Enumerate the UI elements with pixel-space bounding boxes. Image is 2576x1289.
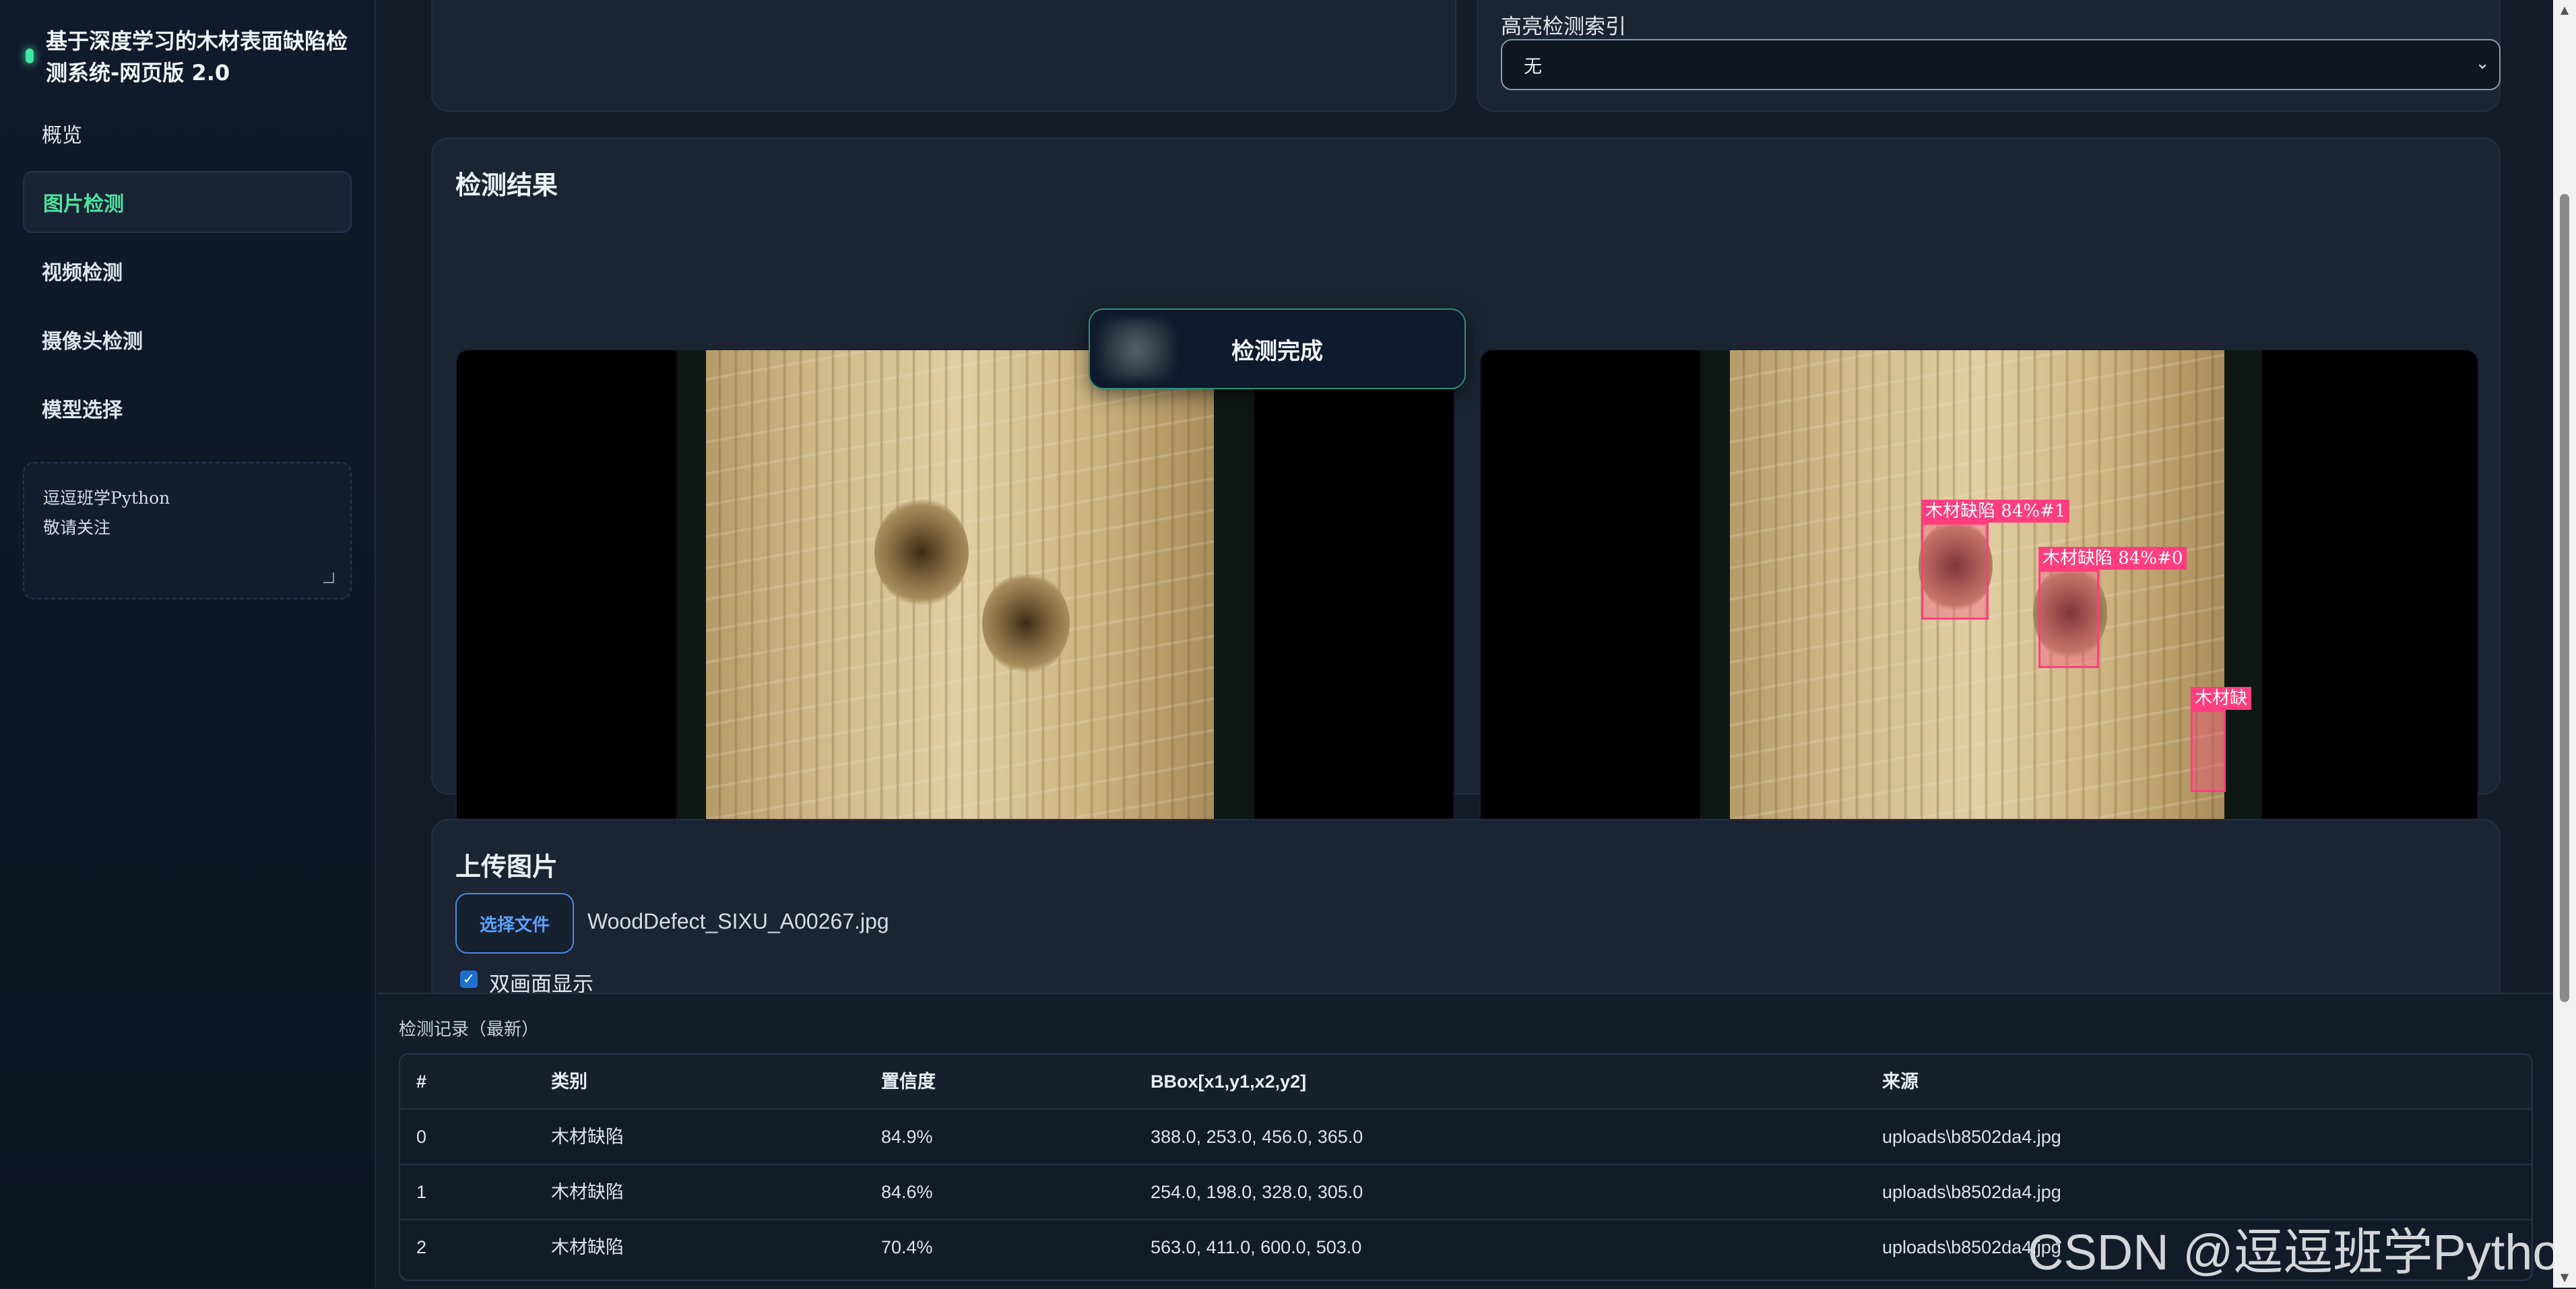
knot xyxy=(982,572,1070,673)
knot xyxy=(874,498,969,606)
chevron-down-icon: ⌄ xyxy=(2475,53,2490,73)
note-line-1: 逗逗班学Python xyxy=(43,488,170,508)
col-index: # xyxy=(416,1071,427,1092)
cell-class: 木材缺陷 xyxy=(551,1127,624,1147)
detection-label: 木材缺陷 84%#1 xyxy=(1921,500,2070,523)
app-title: 基于深度学习的木材表面缺陷检测系统-网页版 2.0 xyxy=(46,28,348,86)
scroll-up-icon[interactable]: ▲ xyxy=(2553,0,2576,20)
highlight-select-value: 无 xyxy=(1524,56,1542,77)
detection-box xyxy=(2038,570,2099,668)
sidebar-nav: 概览 图片检测 视频检测 摄像头检测 模型选择 xyxy=(23,102,352,446)
cell-confidence: 70.4% xyxy=(881,1237,933,1257)
page-scrollbar[interactable]: ▲ ▼ xyxy=(2553,0,2576,1288)
highlight-card: 高亮检测索引 无 ⌄ xyxy=(1477,0,2501,112)
detection-label: 木材缺 xyxy=(2191,687,2252,710)
detection-label: 木材缺陷 84%#0 xyxy=(2038,547,2187,570)
highlight-label: 高亮检测索引 xyxy=(1501,15,1626,39)
col-source: 来源 xyxy=(1882,1071,1919,1092)
col-class: 类别 xyxy=(551,1071,587,1092)
selected-file-name: WoodDefect_SIXU_A00267.jpg xyxy=(587,909,889,933)
scroll-thumb[interactable] xyxy=(2560,194,2569,1002)
choose-file-button[interactable]: 选择文件 xyxy=(455,893,574,954)
cell-index: 2 xyxy=(416,1237,427,1257)
cell-confidence: 84.6% xyxy=(881,1182,933,1202)
col-bbox: BBox[x1,y1,x2,y2] xyxy=(1151,1071,1307,1092)
toast-notification: 检测完成 xyxy=(1089,308,1466,389)
sidebar-item-overview[interactable]: 概览 xyxy=(23,102,352,164)
upload-title: 上传图片 xyxy=(455,852,558,882)
result-card: 检测结果 木材缺陷 84%#1 木材缺陷 84%#0 木材缺 xyxy=(431,137,2501,909)
result-title: 检测结果 xyxy=(455,170,558,200)
cell-bbox: 254.0, 198.0, 328.0, 305.0 xyxy=(1151,1182,1363,1202)
cell-confidence: 84.9% xyxy=(881,1127,933,1147)
sidebar-item-model-select[interactable]: 模型选择 xyxy=(23,377,352,439)
note-line-2: 敬请关注 xyxy=(43,518,111,537)
scroll-down-icon[interactable]: ▼ xyxy=(2553,1267,2576,1288)
dual-view-checkbox[interactable]: ✓ xyxy=(460,970,478,988)
cell-source: uploads\b8502da4.jpg xyxy=(1882,1127,2061,1147)
note-textarea[interactable]: 逗逗班学Python 敬请关注 xyxy=(23,462,352,599)
sidebar-item-camera-detect[interactable]: 摄像头检测 xyxy=(23,308,352,370)
sidebar-item-video-detect[interactable]: 视频检测 xyxy=(23,240,352,302)
cell-class: 木材缺陷 xyxy=(551,1237,624,1257)
cell-index: 1 xyxy=(416,1182,427,1202)
toast-thumbnail xyxy=(1099,319,1173,380)
detection-box xyxy=(2191,710,2226,792)
cell-bbox: 388.0, 253.0, 456.0, 365.0 xyxy=(1151,1127,1363,1147)
cell-index: 0 xyxy=(416,1127,427,1147)
col-confidence: 置信度 xyxy=(881,1071,936,1092)
top-left-card xyxy=(431,0,1456,112)
detection-box xyxy=(1921,523,1989,620)
records-title: 检测记录（最新） xyxy=(399,1020,540,1040)
table-header-row: # 类别 置信度 BBox[x1,y1,x2,y2] 来源 xyxy=(400,1055,2532,1110)
toast-text: 检测完成 xyxy=(1231,337,1323,365)
resize-handle-icon[interactable] xyxy=(323,572,334,583)
status-dot-icon xyxy=(26,48,34,63)
cell-bbox: 563.0, 411.0, 600.0, 503.0 xyxy=(1151,1237,1362,1257)
sidebar: 基于深度学习的木材表面缺陷检测系统-网页版 2.0 概览 图片检测 视频检测 摄… xyxy=(0,0,376,1288)
cell-source: uploads\b8502da4.jpg xyxy=(1882,1182,2061,1202)
watermark: CSDN @逗逗班学Python xyxy=(2028,1224,2576,1280)
table-row[interactable]: 0 木材缺陷 84.9% 388.0, 253.0, 456.0, 365.0 … xyxy=(400,1110,2532,1165)
cell-class: 木材缺陷 xyxy=(551,1182,624,1202)
sidebar-item-image-detect[interactable]: 图片检测 xyxy=(23,171,352,233)
highlight-select[interactable]: 无 ⌄ xyxy=(1501,39,2501,90)
